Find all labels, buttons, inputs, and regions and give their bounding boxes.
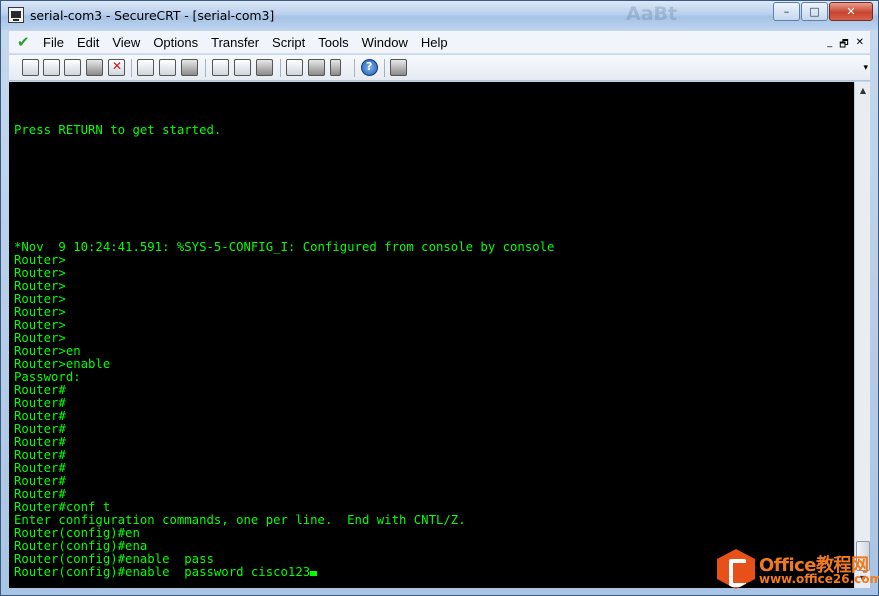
terminal-line: Router# xyxy=(14,396,66,410)
toolbar-separator xyxy=(131,59,132,77)
keymap-icon[interactable] xyxy=(330,59,341,76)
toolbar-separator xyxy=(384,59,385,77)
quick-connect-icon[interactable] xyxy=(43,59,60,76)
terminal-line: Router# xyxy=(14,409,66,423)
window-title: serial-com3 - SecureCRT - [serial-com3] xyxy=(30,8,275,23)
menu-script[interactable]: Script xyxy=(272,35,305,50)
terminal-line: Router(config)#enable password cisco123 xyxy=(14,566,554,579)
title-ghost-text: AaBt xyxy=(626,3,678,25)
terminal-screen[interactable]: Press RETURN to get started. *Nov 9 10:24… xyxy=(9,82,854,588)
menu-tools[interactable]: Tools xyxy=(318,35,348,50)
disconnect-icon[interactable] xyxy=(108,59,125,76)
title-bar[interactable]: serial-com3 - SecureCRT - [serial-com3] … xyxy=(1,1,878,30)
reconnect-icon[interactable] xyxy=(86,59,103,76)
menu-bar: ✔ File Edit View Options Transfer Script… xyxy=(9,31,870,54)
help-icon[interactable] xyxy=(361,59,378,76)
session-check-icon[interactable]: ✔ xyxy=(17,34,33,50)
terminal-line: Router> xyxy=(14,253,66,267)
terminal-line: Router>enable xyxy=(14,357,111,371)
watermark-logo: Office教程网 www.office26.com xyxy=(717,549,879,591)
connect-icon[interactable] xyxy=(22,59,39,76)
terminal-line: Router> xyxy=(14,305,66,319)
terminal-line: Router# xyxy=(14,435,66,449)
print-selection-icon[interactable] xyxy=(234,59,251,76)
mdi-controls: _ 🗗 ✕ xyxy=(820,37,864,54)
scroll-up-icon[interactable]: ▲ xyxy=(856,83,870,99)
session-options-icon[interactable] xyxy=(286,59,303,76)
terminal-line: Router# xyxy=(14,448,66,462)
menu-transfer[interactable]: Transfer xyxy=(211,35,259,50)
toolbar-overflow-icon[interactable]: ▾ xyxy=(863,63,868,73)
menu-file[interactable]: File xyxy=(43,35,64,50)
about-icon[interactable] xyxy=(390,59,407,76)
toolbar: ▾ xyxy=(9,55,870,81)
terminal-line: Router> xyxy=(14,331,66,345)
terminal-line: Router> xyxy=(14,292,66,306)
securecrt-window: serial-com3 - SecureCRT - [serial-com3] … xyxy=(0,0,879,596)
global-options-icon[interactable] xyxy=(308,59,325,76)
office-logo-icon xyxy=(717,549,755,589)
terminal-line: Router# xyxy=(14,422,66,436)
find-icon[interactable] xyxy=(181,59,198,76)
terminal-line: Router# xyxy=(14,461,66,475)
maximize-button[interactable]: □ xyxy=(801,2,828,21)
window-controls: – □ ✕ xyxy=(772,2,873,21)
securecrt-app-icon[interactable] xyxy=(8,7,24,23)
terminal-cursor xyxy=(310,571,318,576)
copy-icon[interactable] xyxy=(137,59,154,76)
terminal-output: Press RETURN to get started. *Nov 9 10:24… xyxy=(14,85,554,579)
menu-edit[interactable]: Edit xyxy=(77,35,99,50)
toolbar-separator xyxy=(280,59,281,77)
menu-view[interactable]: View xyxy=(112,35,140,50)
toolbar-separator xyxy=(354,59,355,77)
watermark-url: www.office26.com xyxy=(759,572,879,586)
terminal-line: Router> xyxy=(14,279,66,293)
mdi-close-button[interactable]: ✕ xyxy=(856,37,864,54)
paste-icon[interactable] xyxy=(159,59,176,76)
vertical-scrollbar[interactable]: ▲ ▼ xyxy=(854,82,870,588)
print-icon[interactable] xyxy=(212,59,229,76)
connect-tab-icon[interactable] xyxy=(64,59,81,76)
menu-window[interactable]: Window xyxy=(362,35,408,50)
terminal-line: *Nov 9 10:24:41.591: %SYS-5-CONFIG_I: Co… xyxy=(14,240,555,254)
terminal-line: Router# xyxy=(14,474,66,488)
terminal-line: Password: xyxy=(14,370,81,384)
terminal-line: Press RETURN to get started. xyxy=(14,123,222,137)
mdi-minimize-button[interactable]: _ xyxy=(827,37,832,54)
minimize-button[interactable]: – xyxy=(773,2,800,21)
close-button[interactable]: ✕ xyxy=(829,2,873,21)
mdi-restore-button[interactable]: 🗗 xyxy=(839,37,848,54)
menu-options[interactable]: Options xyxy=(153,35,198,50)
terminal-line: Router> xyxy=(14,266,66,280)
menu-items: File Edit View Options Transfer Script T… xyxy=(43,35,461,50)
terminal-line: Router# xyxy=(14,383,66,397)
terminal-line: Router> xyxy=(14,318,66,332)
print-setup-icon[interactable] xyxy=(256,59,273,76)
toolbar-separator xyxy=(205,59,206,77)
menu-help[interactable]: Help xyxy=(421,35,448,50)
